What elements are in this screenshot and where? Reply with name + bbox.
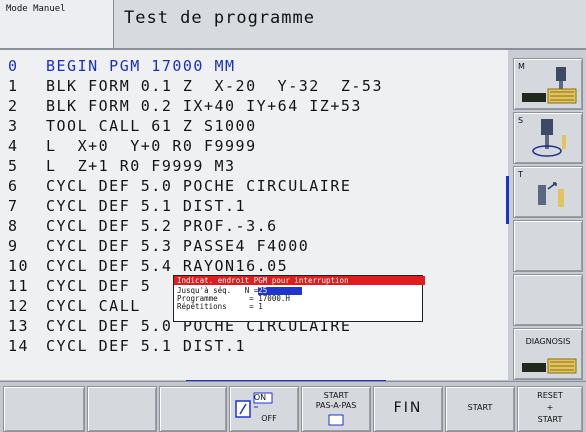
line-number: 13 — [8, 317, 30, 335]
program-line[interactable]: 7 CYCL DEF 5.1 DIST.1 — [8, 196, 246, 216]
fin-label: FIN — [393, 400, 423, 416]
on-label: ON — [253, 393, 267, 402]
program-line[interactable]: 11 CYCL DEF 5 — [8, 276, 151, 296]
program-line[interactable]: 14 CYCL DEF 5.1 DIST.1 — [8, 336, 246, 356]
on-off-softkey[interactable]: ON OFF — [229, 386, 299, 432]
empty-softkey-b3[interactable] — [159, 386, 227, 432]
program-line[interactable]: 6 CYCL DEF 5.0 POCHE CIRCULAIRE — [8, 176, 351, 196]
program-line[interactable]: 3 TOOL CALL 61 Z S1000 — [8, 116, 257, 136]
line-number: 4 — [8, 137, 19, 155]
dialog-row-value: 17000.H — [258, 294, 290, 303]
line-text: CYCL DEF 5 — [46, 277, 152, 295]
t-function-softkey[interactable]: T — [513, 166, 583, 218]
line-number: 14 — [8, 337, 30, 355]
mode-label: Mode Manuel — [6, 4, 66, 14]
reset-line2: + — [546, 403, 554, 412]
line-text: L Z+1 R0 F9999 M3 — [46, 157, 236, 175]
line-text: CYCL CALL — [46, 297, 141, 315]
start-single-block-softkey[interactable]: START PAS-A-PAS — [301, 386, 371, 432]
line-number: 8 — [8, 217, 19, 235]
line-text: CYCL DEF 5.2 PROF.-3.6 — [46, 217, 278, 235]
empty-softkey-r4[interactable] — [513, 220, 583, 272]
reset-start-softkey[interactable]: RESET + START — [517, 386, 583, 432]
line-text: CYCL DEF 5.1 DIST.1 — [46, 337, 247, 355]
empty-softkey-r5[interactable] — [513, 274, 583, 326]
bottom-softkey-row: ON OFF START PAS-A-PAS FIN START RESET +… — [0, 381, 586, 432]
machine-spindle-icon — [522, 67, 577, 104]
empty-softkey-b1[interactable] — [3, 386, 85, 432]
diagnosis-icon — [522, 358, 577, 374]
line-text: L X+0 Y+0 R0 F9999 — [46, 137, 257, 155]
program-line[interactable]: 5 L Z+1 R0 F9999 M3 — [8, 156, 236, 176]
empty-softkey-b2[interactable] — [87, 386, 157, 432]
dialog-row-value: 1 — [258, 302, 263, 311]
line-text: CYCL DEF 5.4 RAYON16.05 — [46, 257, 289, 275]
single-block-icon — [328, 414, 344, 426]
off-label: OFF — [261, 414, 277, 423]
fin-softkey[interactable]: FIN — [373, 386, 443, 432]
cnc-screen: Mode Manuel Test de programme 0 BEGIN PGM… — [0, 0, 586, 432]
line-number: 9 — [8, 237, 19, 255]
tool-change-icon — [538, 182, 564, 207]
page-title: Test de programme — [124, 8, 315, 28]
line-number: 6 — [8, 177, 19, 195]
program-line[interactable]: 0 BEGIN PGM 17000 MM — [8, 56, 236, 76]
line-number: 12 — [8, 297, 30, 315]
line-number: 1 — [8, 77, 19, 95]
selection-indicator — [506, 176, 509, 224]
spindle-rotation-icon — [532, 119, 566, 157]
m-function-softkey[interactable]: M — [513, 58, 583, 110]
right-softkey-column: M S T DIAGNOSIS — [508, 50, 586, 380]
line-number: 0 — [8, 57, 19, 75]
interruption-dialog: Indicat. endroit PGM pour interruption J… — [173, 275, 425, 322]
line-number: 3 — [8, 117, 19, 135]
line-text: CYCL DEF 5.3 PASSE4 F4000 — [46, 237, 310, 255]
program-line[interactable]: 8 CYCL DEF 5.2 PROF.-3.6 — [8, 216, 278, 236]
line-text: BEGIN PGM 17000 MM — [46, 57, 236, 75]
diagnosis-softkey[interactable]: DIAGNOSIS — [513, 328, 583, 380]
line-text: CYCL DEF 5.0 POCHE CIRCULAIRE — [46, 177, 352, 195]
line-text: CYCL DEF 5.1 DIST.1 — [46, 197, 247, 215]
start-label: START — [467, 403, 493, 412]
dialog-row-label: Répétitions = — [177, 302, 259, 311]
line-number: 10 — [8, 257, 30, 275]
s-function-softkey[interactable]: S — [513, 112, 583, 164]
line-text: BLK FORM 0.2 IX+40 IY+64 IZ+53 — [46, 97, 362, 115]
program-line[interactable]: 2 BLK FORM 0.2 IX+40 IY+64 IZ+53 — [8, 96, 362, 116]
header-bar: Mode Manuel Test de programme — [0, 0, 586, 50]
reset-line1: RESET — [537, 391, 563, 400]
line-text: TOOL CALL 61 Z S1000 — [46, 117, 257, 135]
program-line[interactable]: 4 L X+0 Y+0 R0 F9999 — [8, 136, 257, 156]
program-line[interactable]: 10 CYCL DEF 5.4 RAYON16.05 — [8, 256, 288, 276]
mode-box: Mode Manuel — [0, 0, 114, 48]
program-line[interactable]: 9 CYCL DEF 5.3 PASSE4 F4000 — [8, 236, 309, 256]
line-number: 2 — [8, 97, 19, 115]
line-number: 11 — [8, 277, 30, 295]
line-number: 5 — [8, 157, 19, 175]
dialog-header: Indicat. endroit PGM pour interruption — [174, 276, 425, 285]
program-listing: 0 BEGIN PGM 17000 MM 1 BLK FORM 0.1 Z X-20… — [0, 50, 508, 380]
program-line[interactable]: 1 BLK FORM 0.1 Z X-20 Y-32 Z-53 — [8, 76, 383, 96]
dialog-row-repetitions: Répétitions = 1 — [177, 303, 263, 311]
start-softkey[interactable]: START — [445, 386, 515, 432]
line-text: BLK FORM 0.1 Z X-20 Y-32 Z-53 — [46, 77, 383, 95]
line-number: 7 — [8, 197, 19, 215]
reset-line3: START — [537, 415, 563, 424]
program-line[interactable]: 12 CYCL CALL — [8, 296, 141, 316]
